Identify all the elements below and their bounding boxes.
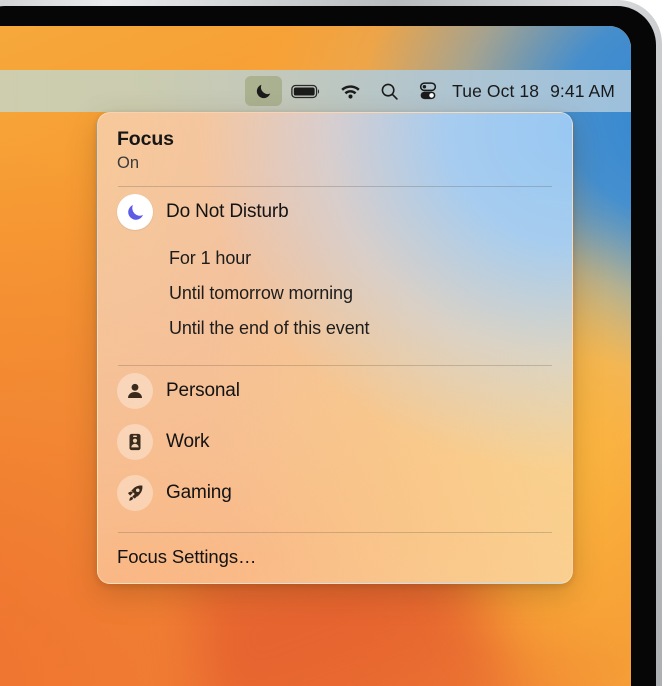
duration-option-label: Until tomorrow morning xyxy=(169,282,353,303)
do-not-disturb-duration-list: For 1 hour Until tomorrow morning Until … xyxy=(98,238,572,352)
focus-panel: Focus On Do Not Disturb For 1 hour Until… xyxy=(97,112,573,584)
duration-option-for-1-hour[interactable]: For 1 hour xyxy=(98,241,572,276)
moon-icon xyxy=(127,204,143,220)
person-icon xyxy=(128,384,142,399)
duration-option-until-tomorrow-morning[interactable]: Until tomorrow morning xyxy=(98,276,572,311)
screenshot-root: Tue Oct 18 9:41 AM Focus On Do Not Distu… xyxy=(0,0,670,686)
menubar-wifi-button[interactable] xyxy=(330,76,371,106)
focus-moon-icon xyxy=(257,84,271,98)
personal-label: Personal xyxy=(166,380,240,402)
rocket-icon xyxy=(128,485,143,501)
focus-item-work[interactable]: Work xyxy=(98,417,572,468)
wifi-icon xyxy=(341,85,360,99)
menubar-search-button[interactable] xyxy=(371,76,408,106)
work-badge xyxy=(117,424,153,461)
focus-item-personal[interactable]: Personal xyxy=(98,366,572,417)
do-not-disturb-badge xyxy=(117,194,153,231)
battery-icon xyxy=(291,84,320,98)
duration-option-label: For 1 hour xyxy=(169,247,252,268)
gaming-label: Gaming xyxy=(166,482,232,504)
focus-panel-title: Focus xyxy=(117,128,174,150)
focus-settings-button[interactable]: Focus Settings… xyxy=(98,533,572,581)
menubar-battery-button[interactable] xyxy=(282,76,330,106)
gaming-badge xyxy=(117,475,153,512)
menu-bar: Tue Oct 18 9:41 AM xyxy=(0,70,631,112)
menubar-clock[interactable]: Tue Oct 18 9:41 AM xyxy=(448,81,617,102)
control-center-icon xyxy=(420,82,437,100)
menubar-control-center-button[interactable] xyxy=(408,76,448,106)
focus-settings-label: Focus Settings… xyxy=(117,545,257,567)
focus-item-do-not-disturb[interactable]: Do Not Disturb xyxy=(98,187,572,238)
do-not-disturb-label: Do Not Disturb xyxy=(166,201,289,223)
focus-panel-header: Focus On xyxy=(98,113,572,173)
menubar-time: 9:41 AM xyxy=(550,80,615,101)
search-icon xyxy=(381,83,398,100)
duration-option-until-end-of-event[interactable]: Until the end of this event xyxy=(98,311,572,346)
menubar-focus-moon-button[interactable] xyxy=(245,76,283,106)
id-badge-icon xyxy=(129,434,141,451)
duration-option-label: Until the end of this event xyxy=(169,317,370,338)
menubar-date: Tue Oct 18 xyxy=(452,80,540,101)
focus-panel-status: On xyxy=(117,153,140,172)
focus-item-gaming[interactable]: Gaming xyxy=(98,468,572,519)
screen: Tue Oct 18 9:41 AM Focus On Do Not Distu… xyxy=(0,26,631,686)
work-label: Work xyxy=(166,431,210,453)
personal-badge xyxy=(117,373,153,410)
